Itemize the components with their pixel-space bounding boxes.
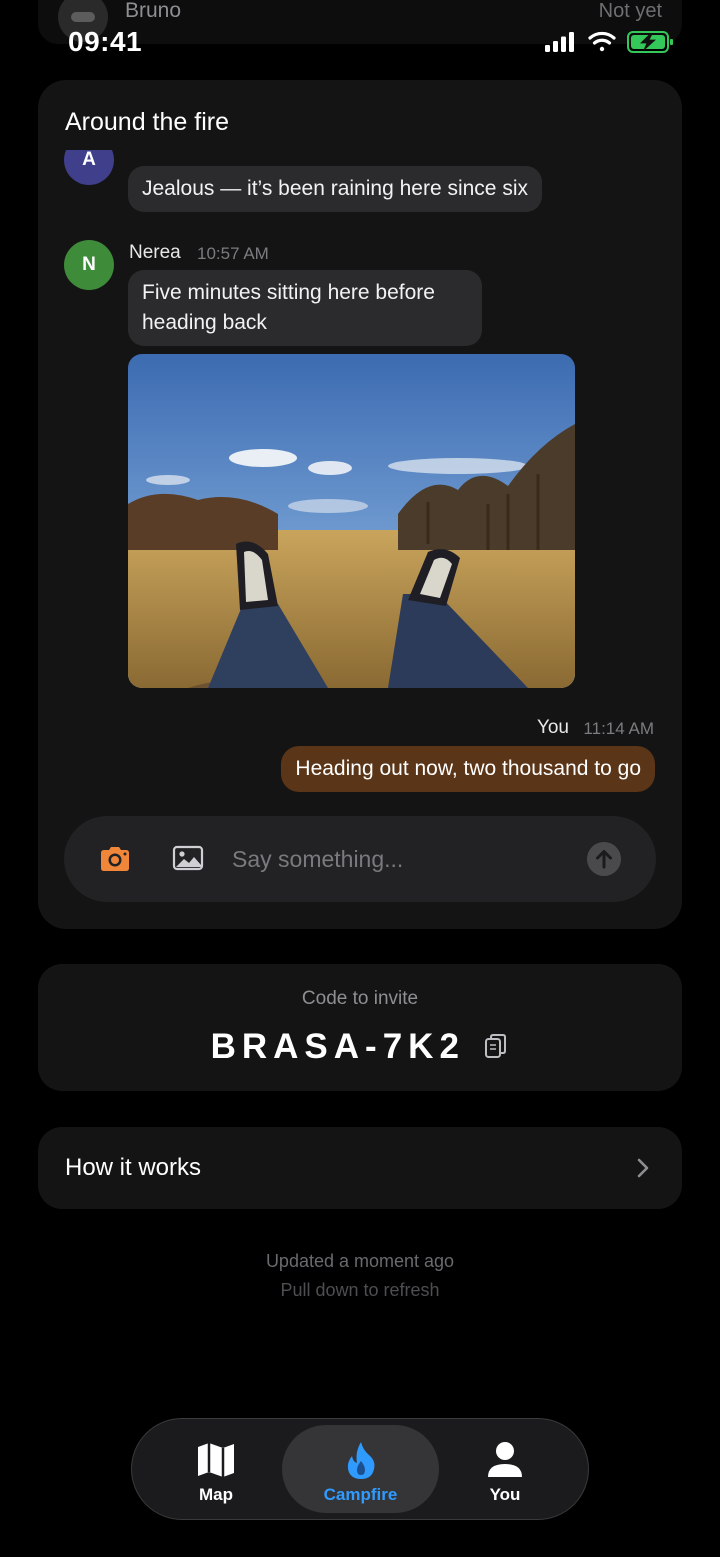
- status-icons: [545, 31, 673, 53]
- tab-you[interactable]: You: [435, 1425, 575, 1513]
- map-icon: [198, 1443, 234, 1477]
- message-list[interactable]: A Jealous — it’s been raining here since…: [38, 150, 682, 810]
- peek-contact-name: Bruno: [125, 0, 182, 22]
- message-input[interactable]: [232, 838, 572, 880]
- pull-to-refresh-hint: Pull down to refresh: [280, 1280, 440, 1300]
- wifi-icon: [588, 31, 616, 52]
- message-sender: Nerea: [129, 242, 181, 263]
- invite-label: Code to invite: [301, 988, 419, 1009]
- message-composer: [64, 816, 656, 902]
- peek-contact-status: Not yet: [598, 0, 662, 22]
- invite-code-row[interactable]: BRASA-7K2: [38, 1026, 682, 1068]
- person-icon: [488, 1442, 522, 1477]
- tab-campfire[interactable]: Campfire: [282, 1425, 439, 1513]
- message-sender: You: [536, 717, 569, 738]
- image-gallery-icon[interactable]: [172, 844, 204, 872]
- how-it-works-label: How it works: [65, 1154, 202, 1181]
- avatar: N: [64, 240, 114, 290]
- tab-label: Campfire: [323, 1485, 398, 1504]
- updated-status: Updated a moment ago: [265, 1251, 455, 1271]
- message-photo[interactable]: [128, 354, 575, 688]
- message-time: 11:14 AM: [583, 719, 654, 738]
- invite-card: Code to invite BRASA-7K2: [38, 964, 682, 1091]
- campfire-card: Around the fire A Jealous — it’s been ra…: [38, 80, 682, 929]
- message-time: 10:57 AM: [197, 244, 269, 263]
- how-it-works-row[interactable]: How it works: [38, 1127, 682, 1209]
- campfire-title: Around the fire: [65, 108, 229, 136]
- flame-icon: [347, 1442, 374, 1479]
- copy-icon[interactable]: [483, 1033, 509, 1061]
- chevron-right-icon: [637, 1158, 649, 1178]
- battery-charging-icon: [627, 31, 673, 53]
- outgoing-message-bubble: Heading out now, two thousand to go: [281, 746, 655, 792]
- invite-code[interactable]: BRASA-7K2: [211, 1026, 465, 1068]
- tab-label: You: [489, 1485, 521, 1504]
- avatar: A: [64, 150, 114, 185]
- tab-label: Map: [199, 1485, 233, 1504]
- camera-icon[interactable]: [98, 844, 132, 874]
- message-bubble: Five minutes sitting here before heading…: [128, 270, 482, 346]
- send-arrow-icon[interactable]: [587, 842, 621, 876]
- tab-bar: Map Campfire You: [131, 1418, 589, 1520]
- message-bubble: Jealous — it’s been raining here since s…: [128, 166, 542, 212]
- tab-map[interactable]: Map: [146, 1425, 286, 1513]
- status-time: 09:41: [68, 26, 143, 57]
- signal-icon: [545, 32, 574, 52]
